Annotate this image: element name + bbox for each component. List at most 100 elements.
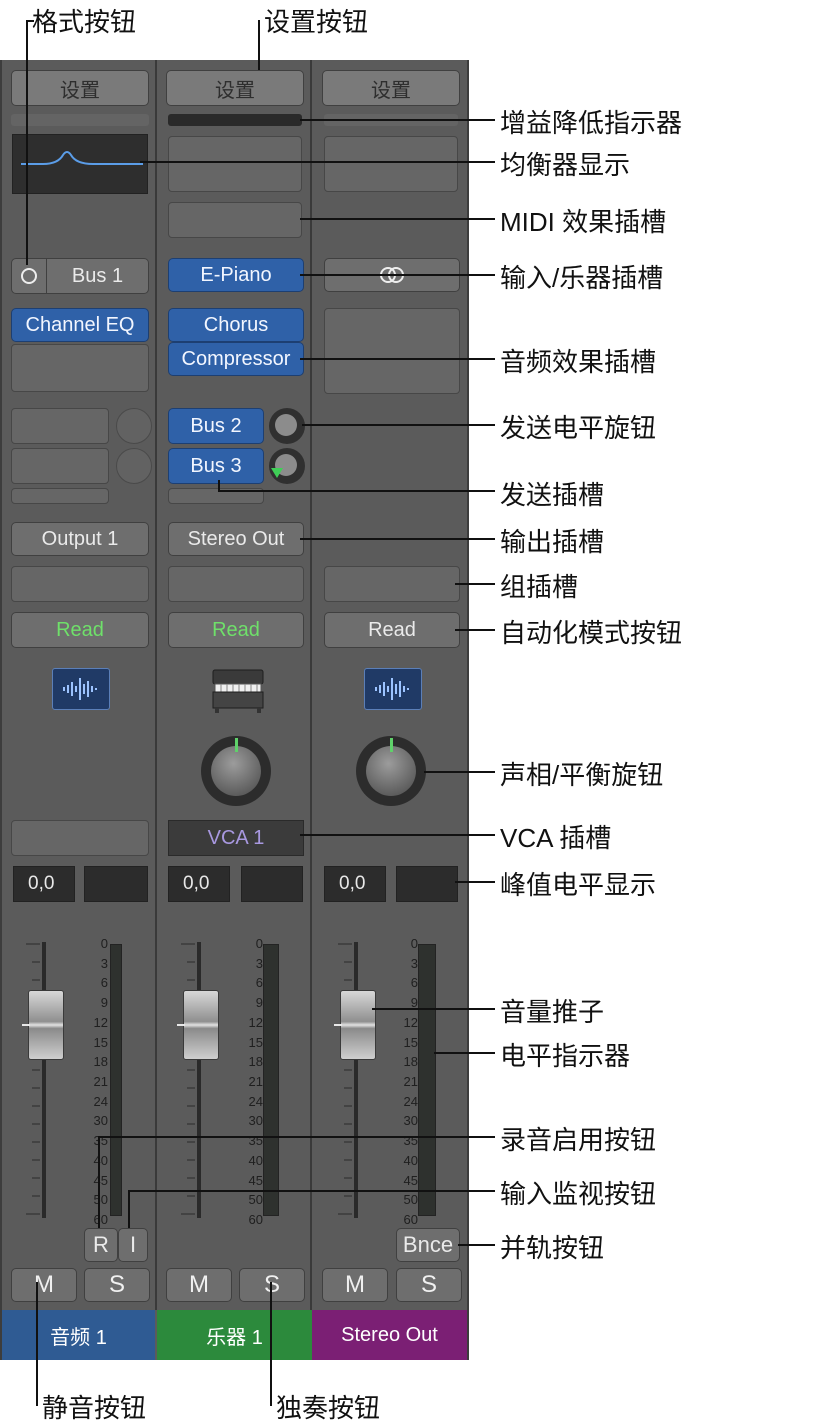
waveform-icon bbox=[52, 668, 110, 710]
solo-button[interactable]: S bbox=[84, 1268, 150, 1302]
callout-input-monitor: 输入监视按钮 bbox=[500, 1179, 657, 1209]
volume-fader[interactable] bbox=[28, 990, 64, 1060]
peak-level-display[interactable]: 0,0 bbox=[324, 866, 386, 902]
input-slot-button[interactable]: Bus 1 bbox=[47, 258, 149, 294]
callout-pan-knob: 声相/平衡旋钮 bbox=[500, 760, 664, 790]
format-button[interactable] bbox=[11, 258, 47, 294]
bounce-button[interactable]: Bnce bbox=[396, 1228, 460, 1262]
automation-mode-button[interactable]: Read bbox=[168, 612, 304, 648]
callout-line bbox=[300, 218, 495, 220]
callout-line bbox=[140, 161, 495, 163]
instrument-slot[interactable]: E-Piano bbox=[168, 258, 304, 292]
callout-vca-slot: VCA 插槽 bbox=[500, 823, 612, 853]
meter-scale-label: 40 bbox=[403, 1152, 418, 1168]
callout-line bbox=[300, 834, 495, 836]
meter-scale-label: 12 bbox=[403, 1014, 418, 1030]
send-knob-empty[interactable] bbox=[116, 408, 152, 444]
eq-display[interactable] bbox=[12, 134, 148, 194]
midi-fx-slot[interactable] bbox=[168, 202, 302, 238]
setting-button[interactable]: 设置 bbox=[166, 70, 304, 106]
solo-button[interactable]: S bbox=[396, 1268, 462, 1302]
send-level-knob[interactable] bbox=[269, 408, 305, 444]
send-knob-empty[interactable] bbox=[116, 448, 152, 484]
audio-fx-slot-chorus[interactable]: Chorus bbox=[168, 308, 304, 342]
solo-button[interactable]: S bbox=[239, 1268, 305, 1302]
peak-level-display[interactable]: 0,0 bbox=[168, 866, 230, 902]
meter-scale-label: 0 bbox=[410, 936, 418, 951]
fader-track bbox=[42, 942, 46, 1218]
callout-audio-fx-slot: 音频效果插槽 bbox=[500, 347, 657, 377]
waveform-glyph bbox=[375, 678, 409, 700]
fader-zero-mark bbox=[177, 1024, 185, 1026]
meter-scale-label: 60 bbox=[248, 1212, 263, 1227]
input-monitor-button[interactable]: I bbox=[118, 1228, 148, 1262]
volume-fader[interactable] bbox=[183, 990, 219, 1060]
meter-scale-label: 60 bbox=[403, 1212, 418, 1227]
vca-slot[interactable] bbox=[11, 820, 149, 856]
mute-button[interactable]: M bbox=[11, 1268, 77, 1302]
meter-scale-label: 24 bbox=[93, 1093, 108, 1109]
track-name[interactable]: Stereo Out bbox=[312, 1310, 467, 1360]
automation-mode-button[interactable]: Read bbox=[11, 612, 149, 648]
meter-scale-label: 18 bbox=[248, 1054, 263, 1070]
waveform-icon bbox=[364, 668, 422, 710]
eq-display-empty[interactable] bbox=[168, 136, 302, 192]
peak-level-display[interactable]: 0,0 bbox=[13, 866, 75, 902]
meter-scale-label: 40 bbox=[93, 1152, 108, 1168]
setting-button[interactable]: 设置 bbox=[322, 70, 460, 106]
meter-scale-label: 6 bbox=[410, 975, 418, 991]
level-meter bbox=[110, 944, 122, 1216]
send-slot-empty[interactable] bbox=[11, 448, 109, 484]
pan-knob[interactable] bbox=[201, 736, 271, 806]
balance-knob[interactable] bbox=[356, 736, 426, 806]
meter-scale-label: 24 bbox=[403, 1093, 418, 1109]
volume-fader[interactable] bbox=[340, 990, 376, 1060]
mute-button[interactable]: M bbox=[322, 1268, 388, 1302]
callout-line bbox=[258, 20, 260, 70]
audio-fx-slot-compressor[interactable]: Compressor bbox=[168, 342, 304, 376]
track-name[interactable]: 音频 1 bbox=[2, 1310, 155, 1360]
audio-fx-slot-channel-eq[interactable]: Channel EQ bbox=[11, 308, 149, 342]
send-level-knob[interactable] bbox=[269, 448, 305, 484]
callout-eq-display: 均衡器显示 bbox=[500, 150, 631, 180]
callout-line bbox=[300, 119, 495, 121]
send-slot-empty[interactable] bbox=[11, 408, 109, 444]
meter-scale-label: 15 bbox=[93, 1034, 108, 1050]
meter-scale-label: 6 bbox=[100, 975, 108, 991]
audio-fx-slot-empty[interactable] bbox=[11, 344, 149, 392]
output-slot[interactable]: Stereo Out bbox=[168, 522, 304, 556]
send-slot-bus-3[interactable]: Bus 3 bbox=[168, 448, 264, 484]
callout-line bbox=[128, 1190, 495, 1192]
callout-line bbox=[455, 629, 495, 631]
mute-button[interactable]: M bbox=[166, 1268, 232, 1302]
record-enable-button[interactable]: R bbox=[84, 1228, 118, 1262]
callout-line bbox=[300, 358, 495, 360]
group-slot[interactable] bbox=[324, 566, 460, 602]
output-slot[interactable]: Output 1 bbox=[11, 522, 149, 556]
eq-curve bbox=[21, 151, 143, 165]
automation-mode-button[interactable]: Read bbox=[324, 612, 460, 648]
meter-scale-label: 3 bbox=[100, 955, 108, 971]
group-slot[interactable] bbox=[168, 566, 304, 602]
meter-scale-label: 40 bbox=[248, 1152, 263, 1168]
meter-scale-label: 45 bbox=[93, 1172, 108, 1188]
callout-volume-fader: 音量推子 bbox=[500, 997, 605, 1027]
callout-line bbox=[455, 881, 495, 883]
meter-scale-label: 18 bbox=[93, 1054, 108, 1070]
meter-scale-label: 18 bbox=[403, 1054, 418, 1070]
callout-group-slot: 组插槽 bbox=[500, 572, 579, 602]
callout-gain-reduction: 增益降低指示器 bbox=[500, 108, 683, 138]
send-slot-empty[interactable] bbox=[11, 488, 109, 504]
track-name[interactable]: 乐器 1 bbox=[157, 1310, 312, 1360]
setting-button[interactable]: 设置 bbox=[11, 70, 149, 106]
send-slot-bus-2[interactable]: Bus 2 bbox=[168, 408, 264, 444]
audio-fx-slot-empty[interactable] bbox=[324, 308, 460, 394]
level-display bbox=[241, 866, 303, 902]
vca-slot[interactable]: VCA 1 bbox=[168, 820, 304, 856]
meter-scale: 0 3 6 9 12 15 18 21 24 30 35 40 45 50 60 bbox=[245, 936, 263, 1227]
callout-settings-button: 设置按钮 bbox=[264, 7, 369, 37]
eq-display-empty[interactable] bbox=[324, 136, 458, 192]
callout-line bbox=[372, 1008, 495, 1010]
group-slot[interactable] bbox=[11, 566, 149, 602]
fader-scale bbox=[26, 942, 40, 1218]
